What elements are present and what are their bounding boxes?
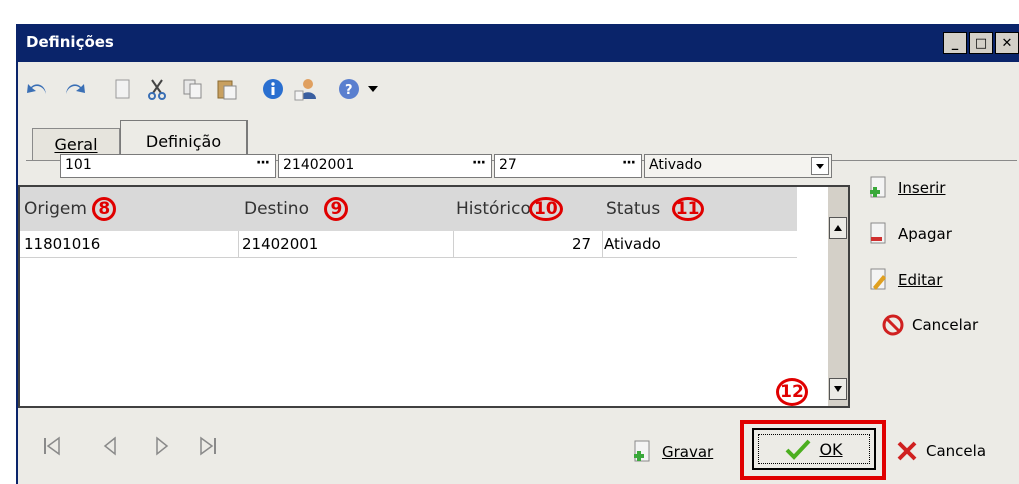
cancelar-button[interactable]: Cancelar	[882, 314, 978, 336]
ok-highlight: OK	[740, 420, 886, 480]
close-button[interactable]: ✕	[995, 32, 1019, 54]
column-header-destino[interactable]: Destino 9	[244, 197, 349, 221]
apagar-button[interactable]: Apagar	[868, 222, 952, 246]
destino-field[interactable]: 21402001 ···	[278, 154, 492, 178]
paste-icon[interactable]	[216, 78, 238, 100]
title-bar[interactable]: Definições _ □ ✕	[18, 24, 1019, 62]
cell-historico: 27	[572, 235, 592, 253]
table-row[interactable]	[20, 231, 797, 258]
last-record-icon[interactable]	[198, 436, 218, 461]
historico-field[interactable]: 27 ···	[494, 154, 642, 178]
window-controls: _ □ ✕	[943, 32, 1019, 54]
grid-header: Origem 8 Destino 9 Histórico 10 Status 11	[20, 187, 797, 231]
column-header-status[interactable]: Status 11	[606, 197, 704, 221]
gravar-button[interactable]: Gravar	[632, 440, 713, 464]
maximize-button[interactable]: □	[969, 32, 993, 54]
first-record-icon[interactable]	[42, 436, 62, 461]
status-select[interactable]: Ativado	[644, 154, 832, 178]
close-icon	[897, 441, 917, 461]
insert-icon	[870, 176, 886, 198]
dropdown-arrow-icon[interactable]	[362, 78, 384, 100]
next-record-icon[interactable]	[154, 436, 170, 461]
callout-marker: 8	[92, 197, 117, 221]
destino-lookup-button[interactable]: ···	[472, 155, 486, 171]
copy-icon[interactable]	[182, 78, 204, 100]
column-divider	[602, 231, 603, 257]
undo-icon[interactable]	[26, 78, 48, 100]
definitions-grid[interactable]: Origem 8 Destino 9 Histórico 10 Status 11…	[18, 185, 850, 408]
user-icon[interactable]	[294, 78, 316, 101]
inserir-button[interactable]: Inserir	[868, 176, 945, 200]
column-divider	[453, 231, 454, 257]
save-icon	[634, 440, 650, 462]
vertical-scrollbar[interactable]	[828, 187, 848, 406]
arrow-down-icon	[834, 386, 842, 392]
origem-field[interactable]: 101 ···	[60, 154, 276, 178]
svg-text:?: ?	[345, 83, 353, 98]
arrow-up-icon	[834, 225, 842, 231]
ok-button[interactable]: OK	[752, 428, 876, 470]
historico-lookup-button[interactable]: ···	[622, 155, 636, 171]
callout-marker: 10	[528, 197, 563, 221]
focus-rect	[758, 434, 870, 464]
cell-status: Ativado	[604, 235, 661, 253]
chevron-down-icon[interactable]	[811, 157, 829, 175]
edit-icon	[870, 268, 886, 290]
callout-marker: 9	[324, 197, 349, 221]
info-icon[interactable]	[262, 78, 284, 100]
delete-icon	[870, 222, 886, 244]
previous-record-icon[interactable]	[102, 436, 118, 461]
cancel-icon	[882, 314, 904, 336]
scroll-down-button[interactable]	[829, 378, 847, 400]
cell-origem: 11801016	[24, 235, 101, 253]
toolbar: ?	[18, 62, 1019, 114]
origem-lookup-button[interactable]: ···	[256, 155, 270, 171]
new-document-icon[interactable]	[112, 78, 134, 100]
column-header-origem[interactable]: Origem 8	[24, 197, 117, 221]
redo-icon[interactable]	[64, 78, 86, 100]
help-icon[interactable]: ?	[338, 78, 360, 100]
column-divider	[238, 231, 239, 257]
cut-icon[interactable]	[146, 78, 168, 100]
window-title: Definições	[26, 33, 114, 51]
cancela-button[interactable]: Cancela	[896, 440, 986, 462]
minimize-button[interactable]: _	[943, 32, 967, 54]
column-header-historico[interactable]: Histórico 10	[456, 197, 563, 221]
callout-marker: 11	[671, 197, 704, 221]
cell-destino: 21402001	[242, 235, 319, 253]
callout-marker: 12	[776, 378, 808, 406]
editar-button[interactable]: Editar	[868, 268, 942, 292]
scroll-up-button[interactable]	[829, 217, 847, 239]
